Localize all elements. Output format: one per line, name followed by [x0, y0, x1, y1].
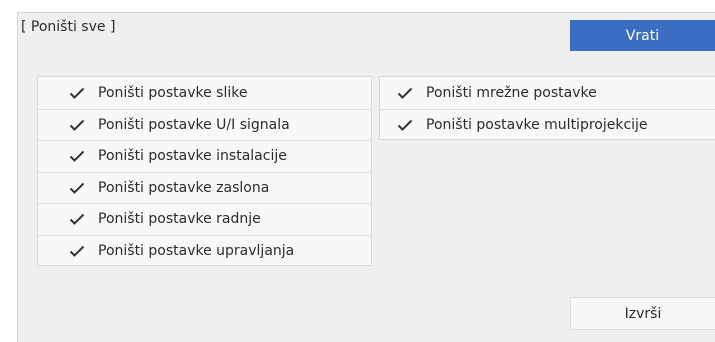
- checkmark-icon: [69, 182, 85, 194]
- reset-option-label: Poništi postavke radnje: [98, 211, 261, 228]
- reset-option-item[interactable]: Poništi mrežne postavke: [380, 77, 715, 109]
- reset-options-list-left: Poništi postavke slike Poništi postavke …: [37, 76, 372, 266]
- checkmark-icon: [69, 245, 85, 257]
- reset-option-item[interactable]: Poništi postavke slike: [38, 77, 371, 109]
- reset-option-label: Poništi postavke instalacije: [98, 148, 287, 165]
- reset-options-list-right: Poništi mrežne postavke Poništi postavke…: [379, 76, 715, 140]
- checkmark-icon: [69, 150, 85, 163]
- reset-option-item[interactable]: Poništi postavke radnje: [38, 203, 371, 235]
- reset-option-item[interactable]: Poništi postavke instalacije: [38, 140, 371, 172]
- reset-option-label: Poništi postavke U/I signala: [98, 116, 290, 133]
- execute-button[interactable]: Izvrši: [570, 297, 715, 330]
- reset-option-item[interactable]: Poništi postavke multiprojekcije: [380, 108, 715, 141]
- reset-option-label: Poništi postavke slike: [98, 84, 248, 101]
- reset-option-label: Poništi postavke zaslona: [98, 179, 270, 196]
- checkmark-icon: [69, 119, 85, 131]
- reset-option-item[interactable]: Poništi postavke upravljanja: [38, 234, 371, 267]
- checkmark-icon: [397, 87, 413, 99]
- reset-option-label: Poništi postavke upravljanja: [98, 242, 295, 259]
- checkmark-icon: [69, 87, 85, 99]
- dialog-title: [ Poništi sve ]: [21, 19, 116, 35]
- reset-option-label: Poništi mrežne postavke: [426, 84, 597, 101]
- reset-option-item[interactable]: Poništi postavke zaslona: [38, 171, 371, 204]
- checkmark-icon: [69, 213, 85, 226]
- back-button[interactable]: Vrati: [570, 20, 715, 51]
- reset-option-label: Poništi postavke multiprojekcije: [426, 116, 648, 133]
- checkmark-icon: [397, 119, 413, 131]
- reset-option-item[interactable]: Poništi postavke U/I signala: [38, 108, 371, 141]
